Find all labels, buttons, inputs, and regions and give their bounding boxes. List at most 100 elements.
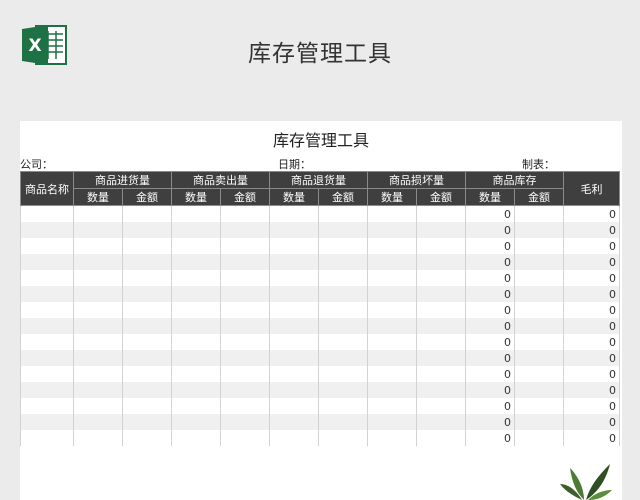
cell-sold-qty[interactable] <box>171 238 221 254</box>
cell-stock-qty[interactable]: 0 <box>465 302 515 318</box>
cell-damaged-qty[interactable] <box>367 302 417 318</box>
cell-profit[interactable]: 0 <box>563 222 620 238</box>
cell-name[interactable] <box>20 286 74 302</box>
cell-returned-qty[interactable] <box>269 254 319 270</box>
cell-stock-amount[interactable] <box>514 302 564 318</box>
cell-name[interactable] <box>20 270 74 286</box>
cell-in-qty[interactable] <box>73 205 123 222</box>
column-header-stock[interactable]: 商品库存 <box>465 171 564 189</box>
cell-damaged-qty[interactable] <box>367 238 417 254</box>
cell-damaged-amount[interactable] <box>416 366 466 382</box>
column-header-name[interactable]: 商品名称 <box>20 171 74 206</box>
cell-returned-amount[interactable] <box>318 270 368 286</box>
cell-damaged-qty[interactable] <box>367 254 417 270</box>
cell-profit[interactable]: 0 <box>563 398 620 414</box>
cell-in-amount[interactable] <box>122 334 172 350</box>
cell-returned-amount[interactable] <box>318 205 368 222</box>
subheader-stock-amount[interactable]: 金额 <box>514 188 564 206</box>
cell-in-amount[interactable] <box>122 382 172 398</box>
cell-profit[interactable]: 0 <box>563 430 620 446</box>
cell-damaged-amount[interactable] <box>416 430 466 446</box>
cell-in-qty[interactable] <box>73 254 123 270</box>
cell-in-amount[interactable] <box>122 414 172 430</box>
cell-sold-amount[interactable] <box>220 205 270 222</box>
cell-in-amount[interactable] <box>122 238 172 254</box>
cell-in-amount[interactable] <box>122 318 172 334</box>
cell-in-qty[interactable] <box>73 222 123 238</box>
cell-damaged-qty[interactable] <box>367 286 417 302</box>
cell-returned-qty[interactable] <box>269 286 319 302</box>
cell-damaged-amount[interactable] <box>416 254 466 270</box>
cell-returned-qty[interactable] <box>269 350 319 366</box>
cell-returned-qty[interactable] <box>269 318 319 334</box>
cell-stock-qty[interactable]: 0 <box>465 382 515 398</box>
cell-returned-amount[interactable] <box>318 350 368 366</box>
cell-stock-qty[interactable]: 0 <box>465 286 515 302</box>
cell-sold-qty[interactable] <box>171 366 221 382</box>
cell-profit[interactable]: 0 <box>563 366 620 382</box>
cell-in-qty[interactable] <box>73 350 123 366</box>
subheader-in-qty[interactable]: 数量 <box>73 188 123 206</box>
cell-damaged-qty[interactable] <box>367 382 417 398</box>
cell-name[interactable] <box>20 334 74 350</box>
cell-stock-qty[interactable]: 0 <box>465 334 515 350</box>
cell-profit[interactable]: 0 <box>563 238 620 254</box>
cell-damaged-qty[interactable] <box>367 318 417 334</box>
subheader-returned-amount[interactable]: 金额 <box>318 188 368 206</box>
cell-profit[interactable]: 0 <box>563 270 620 286</box>
column-header-sold[interactable]: 商品卖出量 <box>171 171 270 189</box>
cell-name[interactable] <box>20 366 74 382</box>
cell-returned-amount[interactable] <box>318 318 368 334</box>
subheader-sold-amount[interactable]: 金额 <box>220 188 270 206</box>
cell-name[interactable] <box>20 302 74 318</box>
cell-sold-amount[interactable] <box>220 286 270 302</box>
cell-damaged-qty[interactable] <box>367 270 417 286</box>
cell-sold-amount[interactable] <box>220 350 270 366</box>
cell-sold-qty[interactable] <box>171 270 221 286</box>
cell-stock-qty[interactable]: 0 <box>465 318 515 334</box>
cell-in-qty[interactable] <box>73 302 123 318</box>
cell-damaged-amount[interactable] <box>416 318 466 334</box>
cell-damaged-qty[interactable] <box>367 430 417 446</box>
cell-damaged-amount[interactable] <box>416 414 466 430</box>
cell-in-amount[interactable] <box>122 205 172 222</box>
cell-sold-amount[interactable] <box>220 382 270 398</box>
cell-sold-amount[interactable] <box>220 334 270 350</box>
cell-damaged-qty[interactable] <box>367 334 417 350</box>
subheader-stock-qty[interactable]: 数量 <box>465 188 515 206</box>
cell-in-amount[interactable] <box>122 398 172 414</box>
cell-stock-amount[interactable] <box>514 286 564 302</box>
cell-damaged-amount[interactable] <box>416 398 466 414</box>
cell-sold-amount[interactable] <box>220 366 270 382</box>
cell-damaged-qty[interactable] <box>367 222 417 238</box>
cell-sold-qty[interactable] <box>171 286 221 302</box>
cell-name[interactable] <box>20 238 74 254</box>
cell-returned-qty[interactable] <box>269 414 319 430</box>
cell-returned-qty[interactable] <box>269 270 319 286</box>
cell-sold-qty[interactable] <box>171 254 221 270</box>
cell-in-qty[interactable] <box>73 318 123 334</box>
cell-sold-qty[interactable] <box>171 382 221 398</box>
subheader-returned-qty[interactable]: 数量 <box>269 188 319 206</box>
cell-returned-amount[interactable] <box>318 398 368 414</box>
cell-returned-qty[interactable] <box>269 430 319 446</box>
cell-profit[interactable]: 0 <box>563 350 620 366</box>
cell-sold-qty[interactable] <box>171 398 221 414</box>
cell-profit[interactable]: 0 <box>563 382 620 398</box>
cell-stock-amount[interactable] <box>514 238 564 254</box>
cell-returned-amount[interactable] <box>318 366 368 382</box>
cell-stock-qty[interactable]: 0 <box>465 398 515 414</box>
cell-sold-amount[interactable] <box>220 238 270 254</box>
cell-returned-qty[interactable] <box>269 222 319 238</box>
cell-stock-amount[interactable] <box>514 350 564 366</box>
cell-in-amount[interactable] <box>122 302 172 318</box>
cell-sold-amount[interactable] <box>220 222 270 238</box>
cell-sold-qty[interactable] <box>171 222 221 238</box>
cell-stock-amount[interactable] <box>514 222 564 238</box>
cell-in-qty[interactable] <box>73 286 123 302</box>
cell-sold-amount[interactable] <box>220 398 270 414</box>
cell-in-qty[interactable] <box>73 398 123 414</box>
cell-in-amount[interactable] <box>122 366 172 382</box>
cell-name[interactable] <box>20 222 74 238</box>
cell-in-amount[interactable] <box>122 254 172 270</box>
